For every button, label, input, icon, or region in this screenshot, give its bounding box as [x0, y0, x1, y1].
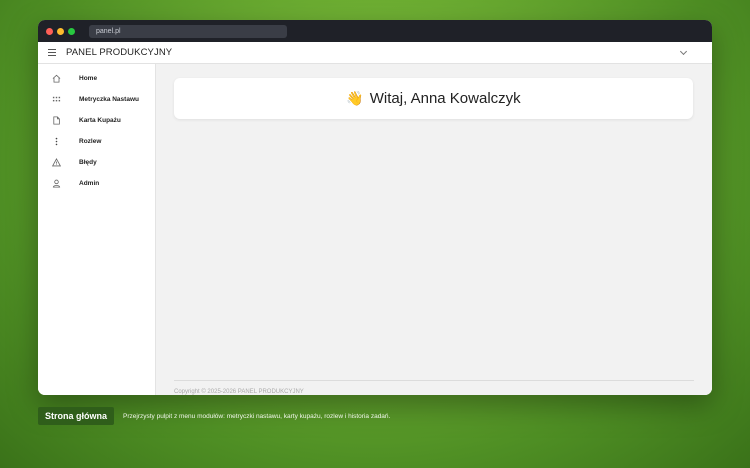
warning-icon	[51, 158, 61, 168]
user-icon	[51, 179, 61, 189]
sidebar: Home Metryczka Nastawu Karta Kupażu Rozl…	[38, 64, 156, 395]
home-icon	[51, 74, 61, 84]
caption-text: Przejrzysty pulpit z menu modułów: metry…	[123, 412, 391, 420]
sidebar-item-label: Admin	[79, 180, 100, 187]
sidebar-item-label: Rozlew	[79, 138, 102, 145]
maximize-window-button[interactable]	[68, 27, 75, 35]
chevron-down-icon[interactable]	[679, 47, 688, 55]
minimize-window-button[interactable]	[57, 27, 64, 35]
close-window-button[interactable]	[46, 27, 53, 35]
grid-icon	[51, 95, 61, 105]
app-title: PANEL PRODUKCYJNY	[66, 47, 173, 58]
sidebar-item-home[interactable]: Home	[38, 68, 155, 89]
sidebar-item-label: Home	[79, 75, 98, 82]
waving-hand-icon: 👋	[346, 90, 364, 106]
welcome-heading: Witaj, Anna Kowalczyk	[369, 90, 521, 107]
caption: Strona główna Przejrzysty pulpit z menu …	[38, 407, 390, 425]
sidebar-item-metryczka-nastawu[interactable]: Metryczka Nastawu	[38, 89, 155, 110]
footer-divider	[174, 380, 694, 381]
main-content: 👋 Witaj, Anna Kowalczyk Copyright © 2025…	[156, 64, 712, 395]
sidebar-item-label: Błędy	[79, 159, 97, 166]
browser-titlebar: panel.pl	[38, 20, 712, 42]
welcome-card: 👋 Witaj, Anna Kowalczyk	[174, 78, 693, 119]
sidebar-item-admin[interactable]: Admin	[38, 173, 155, 194]
dots-vertical-icon	[51, 137, 61, 147]
hamburger-menu-icon[interactable]	[48, 49, 56, 56]
caption-badge: Strona główna	[38, 407, 115, 425]
sidebar-item-bledy[interactable]: Błędy	[38, 152, 155, 173]
sidebar-item-label: Metryczka Nastawu	[79, 96, 139, 103]
footer-copyright: Copyright © 2025-2026 PANEL PRODUKCYJNY	[174, 389, 304, 395]
address-bar[interactable]: panel.pl	[89, 24, 287, 38]
app-header: PANEL PRODUKCYJNY	[38, 42, 712, 64]
sidebar-item-rozlew[interactable]: Rozlew	[38, 131, 155, 152]
document-icon	[51, 116, 61, 126]
sidebar-item-karta-kupazu[interactable]: Karta Kupażu	[38, 110, 155, 131]
browser-window: panel.pl PANEL PRODUKCYJNY Home Metryczk…	[38, 20, 712, 395]
sidebar-item-label: Karta Kupażu	[79, 117, 121, 124]
